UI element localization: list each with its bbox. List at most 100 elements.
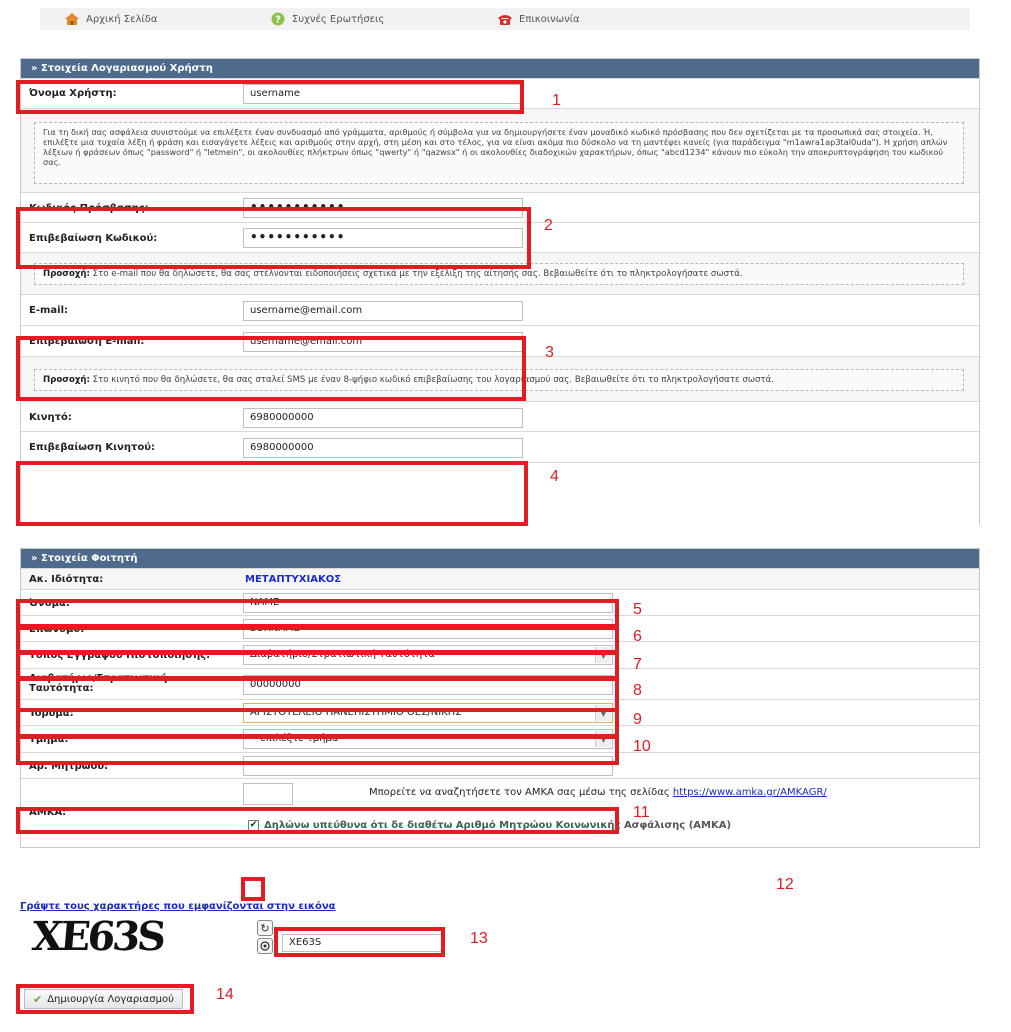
password-confirm-input[interactable]: ••••••••••• xyxy=(243,228,523,248)
username-input[interactable]: username xyxy=(243,84,523,104)
username-label: Όνομα Χρήστη: xyxy=(29,88,117,99)
account-panel-header: » Στοιχεία Λογαριασμού Χρήστη xyxy=(21,59,979,78)
audio-icon[interactable] xyxy=(257,938,273,954)
department-select[interactable]: -- επιλέξτε τμήμα -- ▼ xyxy=(243,729,613,749)
password-note: Για τη δική σας ασφάλεια συνιστούμε να ε… xyxy=(34,122,964,184)
email-note-row: Προσοχή: Στο e-mail που θα δηλώσετε, θα … xyxy=(21,252,979,294)
mobile-confirm-row: Επιβεβαίωση Κινητού: 6980000000 xyxy=(21,431,979,462)
create-account-button[interactable]: ✔ Δημιουργία Λογαριασμού xyxy=(24,989,183,1009)
account-panel: » Στοιχεία Λογαριασμού Χρήστη Όνομα Χρήσ… xyxy=(20,58,980,525)
doc-number-label: Διαβατήριο/Στρατιωτική Ταυτότητα: xyxy=(29,673,168,694)
nav-faq-label: Συχνές Ερωτήσεις xyxy=(292,13,385,25)
marker-13: 13 xyxy=(470,930,488,947)
status-value: ΜΕΤΑΠΤΥΧΙΑΚΟΣ xyxy=(245,574,342,585)
department-value: -- επιλέξτε τμήμα -- xyxy=(250,733,349,744)
marker-5: 5 xyxy=(633,601,642,618)
first-name-input[interactable]: NAME xyxy=(243,593,613,613)
mobile-note-row: Προσοχή: Στο κινητό που θα δηλώσετε, θα … xyxy=(21,356,979,401)
first-name-row: Όνομα: NAME xyxy=(21,589,979,615)
institution-label: Ίδρυμα: xyxy=(29,708,74,719)
chevron-down-icon[interactable]: ▼ xyxy=(595,705,611,721)
last-name-label: Επώνυμο: xyxy=(29,624,85,635)
annotation-box-12 xyxy=(241,877,265,901)
mobile-note-text: Στο κινητό που θα δηλώσετε, θα σας σταλε… xyxy=(89,375,775,385)
last-name-input[interactable]: SURNAME xyxy=(243,619,613,639)
marker-9: 9 xyxy=(633,711,642,728)
marker-3: 3 xyxy=(545,344,554,361)
nav-contact-label: Επικοινωνία xyxy=(519,13,580,25)
marker-10: 10 xyxy=(633,738,651,755)
marker-1: 1 xyxy=(552,92,561,109)
institution-value: ΑΡΙΣΤΟΤΕΛΕΙΟ ΠΑΝΕΠΙΣΤΗΜΙΟ ΘΕΣ/ΝΙΚΗΣ xyxy=(250,707,462,718)
marker-8: 8 xyxy=(633,682,642,699)
institution-select[interactable]: ΑΡΙΣΤΟΤΕΛΕΙΟ ΠΑΝΕΠΙΣΤΗΜΙΟ ΘΕΣ/ΝΙΚΗΣ ▼ xyxy=(243,703,613,723)
top-navigation: Αρχική Σελίδα ? Συχνές Ερωτήσεις Επικοιν… xyxy=(0,0,1011,40)
amka-section: ΑΜΚΑ: Μπορείτε να αναζητήσετε τον ΑΜΚΑ σ… xyxy=(20,778,980,848)
nav-home-link[interactable]: Αρχική Σελίδα xyxy=(64,8,158,30)
amka-input[interactable] xyxy=(243,783,293,805)
nav-contact-link[interactable]: Επικοινωνία xyxy=(497,8,580,30)
chevron-down-icon[interactable]: ▼ xyxy=(595,731,611,747)
department-label: Τμήμα: xyxy=(29,734,69,745)
email-label: E-mail: xyxy=(29,305,69,316)
doc-type-value: Διαβατήριο/Στρατιωτική Ταυτότητα xyxy=(250,649,435,660)
marker-2: 2 xyxy=(544,217,553,234)
phone-icon xyxy=(497,11,513,27)
nav-faq-link[interactable]: ? Συχνές Ερωτήσεις xyxy=(270,8,384,30)
mobile-row: Κινητό: 6980000000 xyxy=(21,401,979,431)
marker-12: 12 xyxy=(776,876,794,893)
mobile-confirm-input[interactable]: 6980000000 xyxy=(243,438,523,458)
amka-link[interactable]: https://www.amka.gr/AMKAGR/ xyxy=(673,787,827,798)
registry-input[interactable] xyxy=(243,756,613,776)
doc-type-select[interactable]: Διαβατήριο/Στρατιωτική Ταυτότητα ▼ xyxy=(243,645,613,665)
email-note-bold: Προσοχή: xyxy=(43,269,90,279)
password-note-row: Για τη δική σας ασφάλεια συνιστούμε να ε… xyxy=(21,108,979,192)
status-row: Ακ. Ιδιότητα: ΜΕΤΑΠΤΥΧΙΑΚΟΣ xyxy=(21,568,979,589)
amka-checkbox-label: Δηλώνω υπεύθυνα ότι δε διαθέτω Αριθμό Μη… xyxy=(264,820,732,831)
email-input[interactable]: username@email.com xyxy=(243,301,523,321)
password-confirm-row: Επιβεβαίωση Κωδικού: ••••••••••• xyxy=(21,222,979,252)
svg-text:?: ? xyxy=(275,15,281,26)
captcha-prompt: Γράψτε τους χαρακτήρες που εμφανίζονται … xyxy=(20,901,336,912)
mobile-note: Προσοχή: Στο κινητό που θα δηλώσετε, θα … xyxy=(34,369,964,391)
doc-type-row: Τύπος Εγγράφου Πιστοποίησης: Διαβατήριο/… xyxy=(21,641,979,668)
email-confirm-row: Επιβεβαίωση E-mail: username@email.com xyxy=(21,325,979,356)
account-panel-footer xyxy=(21,462,979,525)
email-confirm-input[interactable]: username@email.com xyxy=(243,332,523,352)
email-row: E-mail: username@email.com xyxy=(21,294,979,325)
department-row: Τμήμα: -- επιλέξτε τμήμα -- ▼ xyxy=(21,725,979,752)
student-panel: » Στοιχεία Φοιτητή Ακ. Ιδιότητα: ΜΕΤΑΠΤΥ… xyxy=(20,548,980,814)
first-name-label: Όνομα: xyxy=(29,598,70,609)
status-label: Ακ. Ιδιότητα: xyxy=(29,574,104,585)
mobile-confirm-label: Επιβεβαίωση Κινητού: xyxy=(29,442,155,453)
marker-6: 6 xyxy=(633,628,642,645)
student-panel-header: » Στοιχεία Φοιτητή xyxy=(21,549,979,568)
nav-home-label: Αρχική Σελίδα xyxy=(86,13,158,25)
email-confirm-label: Επιβεβαίωση E-mail: xyxy=(29,336,145,347)
mobile-input[interactable]: 6980000000 xyxy=(243,408,523,428)
mobile-label: Κινητό: xyxy=(29,412,72,423)
mobile-note-bold: Προσοχή: xyxy=(43,375,90,385)
captcha-image: XE63S xyxy=(29,913,166,960)
question-icon: ? xyxy=(270,11,286,27)
captcha-input[interactable]: XE63S xyxy=(282,934,442,952)
username-row: Όνομα Χρήστη: username xyxy=(21,78,979,108)
amka-checkbox[interactable]: ✔ xyxy=(248,820,259,831)
registry-row: Αρ. Μητρώου: xyxy=(21,752,979,779)
amka-hint-text: Μπορείτε να αναζητήσετε τον ΑΜΚΑ σας μέσ… xyxy=(369,787,670,798)
marker-14: 14 xyxy=(216,986,234,1003)
refresh-icon[interactable]: ↻ xyxy=(257,920,273,936)
amka-label: ΑΜΚΑ: xyxy=(29,807,67,818)
amka-hint: Μπορείτε να αναζητήσετε τον ΑΜΚΑ σας μέσ… xyxy=(369,787,827,798)
doc-number-row: Διαβατήριο/Στρατιωτική Ταυτότητα: 000000… xyxy=(21,668,979,699)
password-input[interactable]: ••••••••••• xyxy=(243,198,523,218)
doc-number-input[interactable]: 00000000 xyxy=(243,675,613,695)
marker-4: 4 xyxy=(550,468,559,485)
home-icon xyxy=(64,11,80,27)
password-row: Κωδικός Πρόσβασης: ••••••••••• xyxy=(21,192,979,222)
chevron-down-icon[interactable]: ▼ xyxy=(595,647,611,663)
password-label: Κωδικός Πρόσβασης: xyxy=(29,203,149,214)
checkmark-icon: ✔ xyxy=(33,992,43,1006)
password-confirm-label: Επιβεβαίωση Κωδικού: xyxy=(29,233,158,244)
registry-label: Αρ. Μητρώου: xyxy=(29,761,109,772)
